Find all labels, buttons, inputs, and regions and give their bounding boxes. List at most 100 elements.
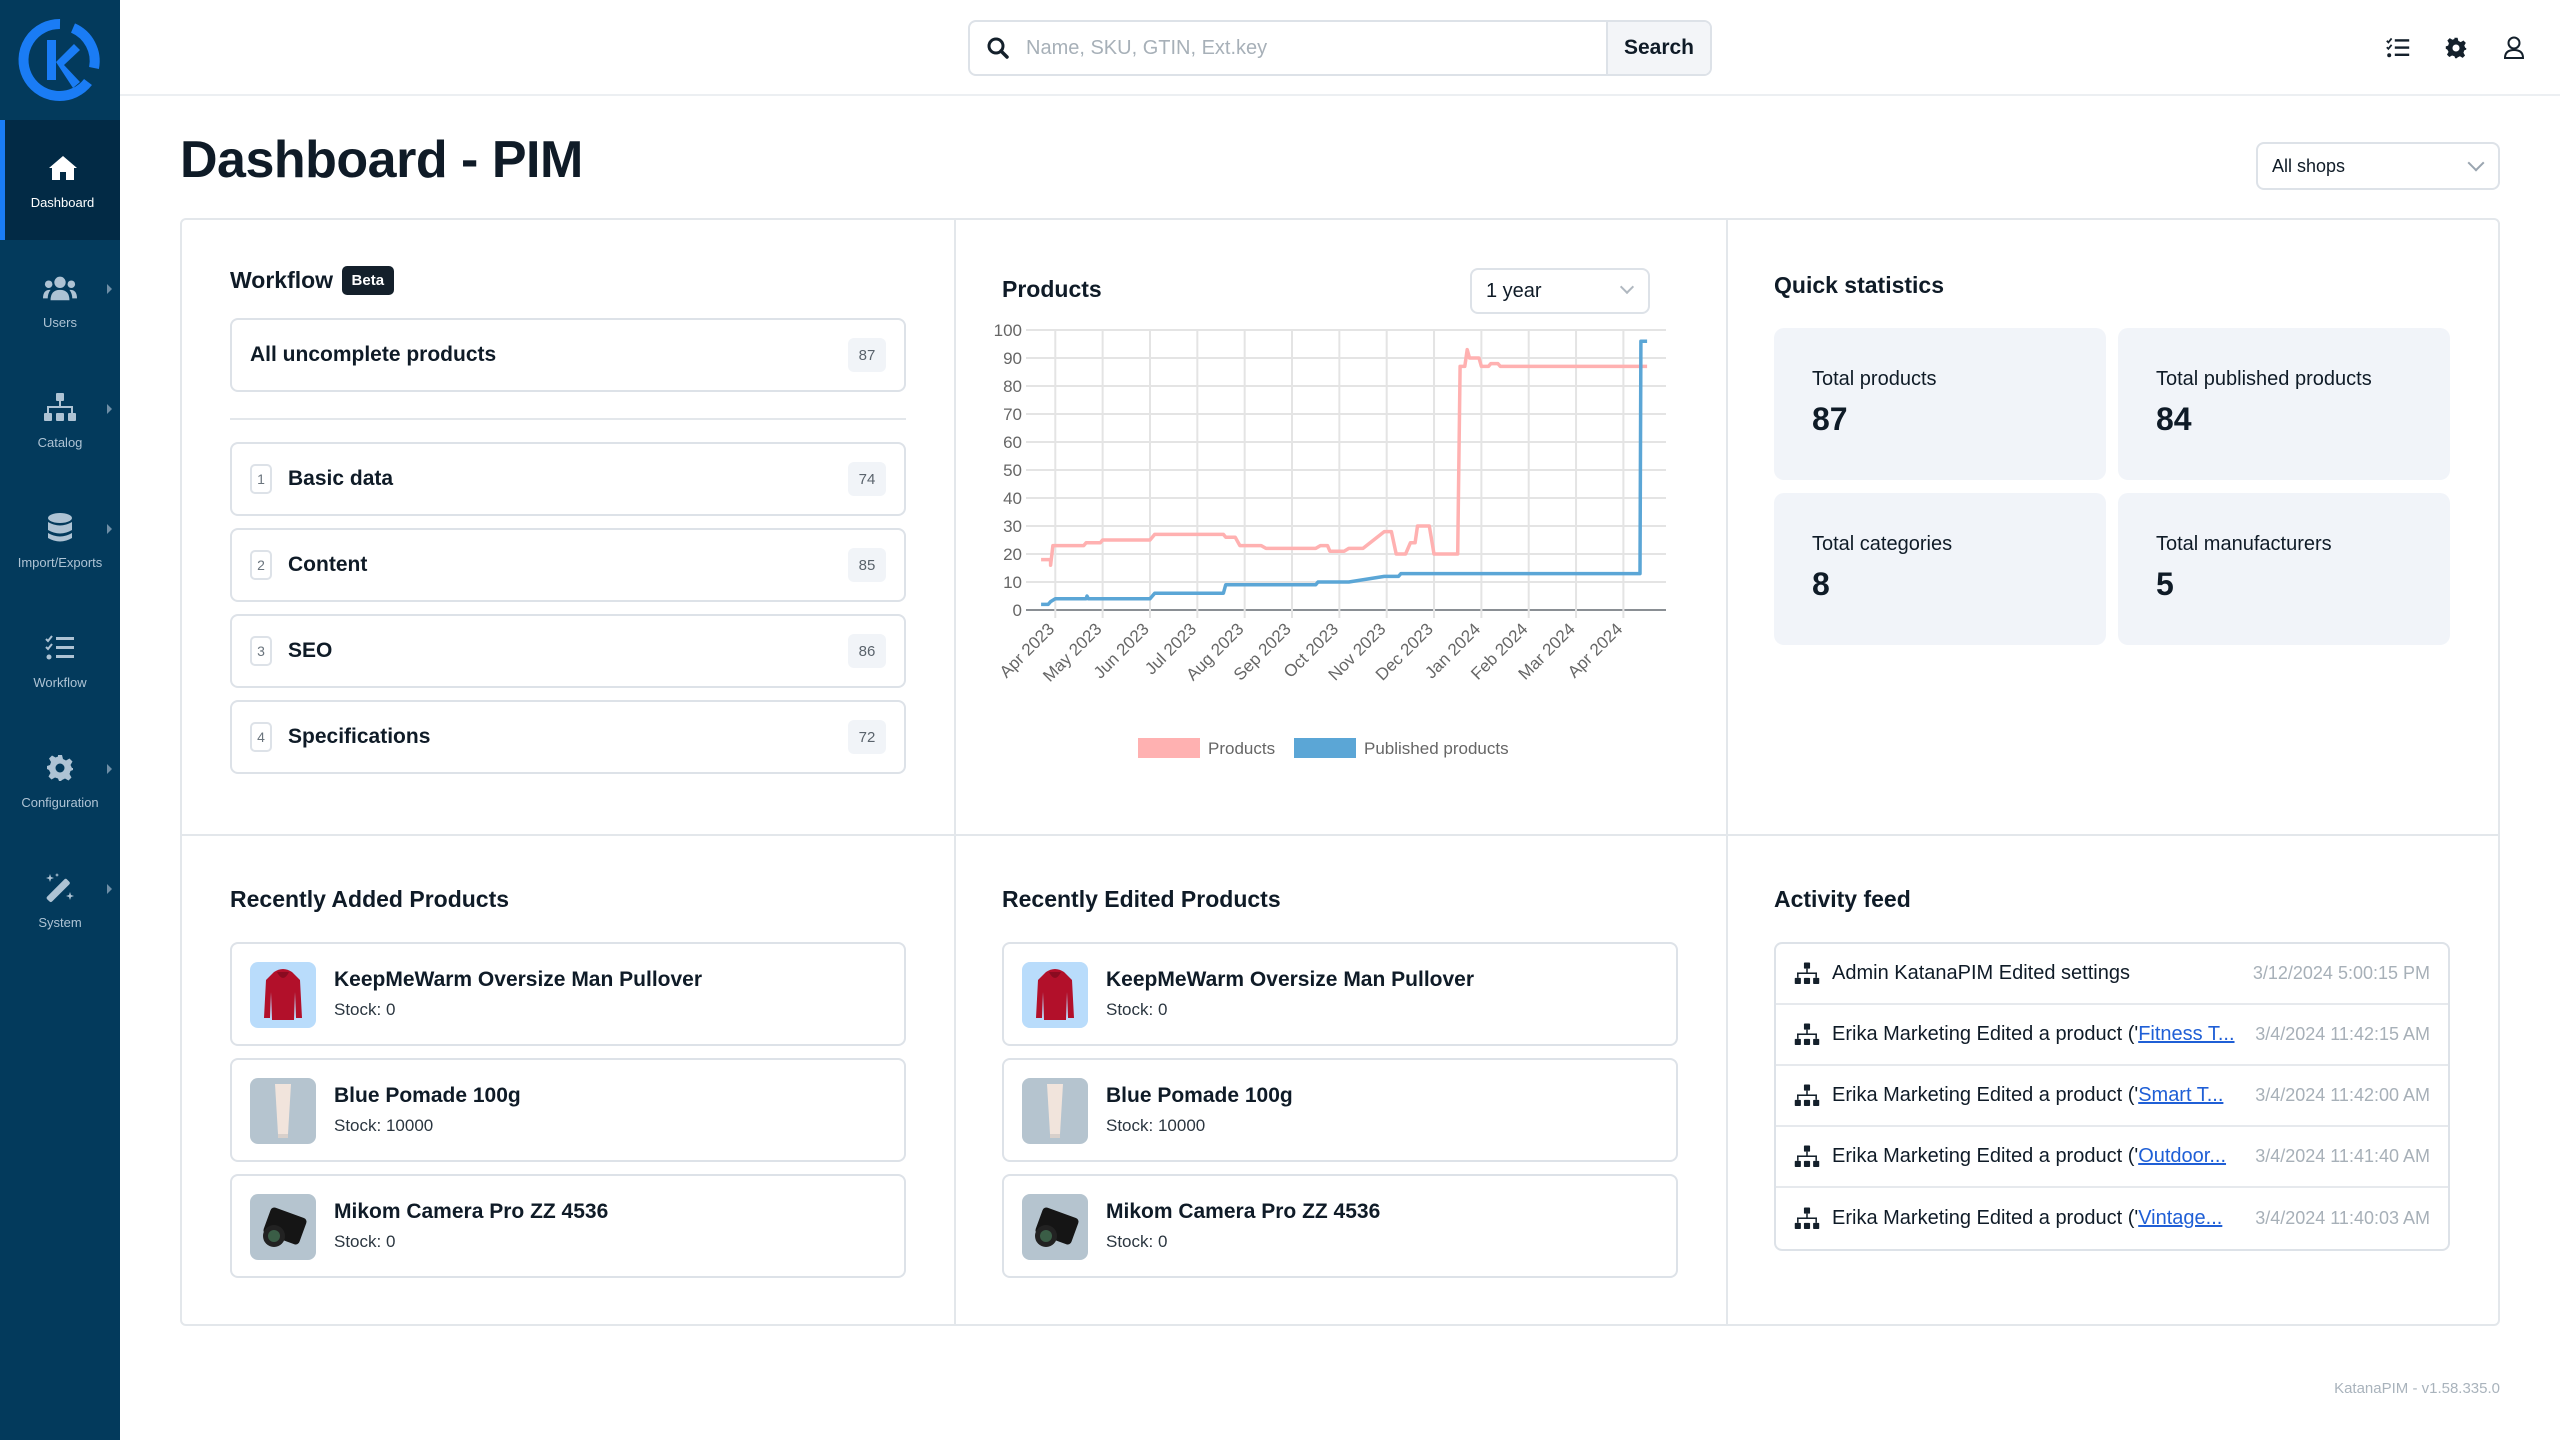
workflow-step[interactable]: 3 SEO 86 [230, 614, 906, 688]
product-stock: Stock: 0 [1106, 1232, 1168, 1251]
sidebar-item-label: Catalog [37, 434, 83, 450]
range-select[interactable]: 1 year [1470, 268, 1650, 314]
tasks-icon[interactable] [2380, 30, 2416, 66]
sidebar-item-users[interactable]: Users [0, 240, 120, 360]
search-bar: Search [968, 20, 1712, 76]
topbar: Search [120, 0, 2560, 96]
workflow-all-uncomplete[interactable]: All uncomplete products 87 [230, 318, 906, 392]
product-image-red-hoodie [250, 962, 316, 1028]
user-icon[interactable] [2496, 30, 2532, 66]
series-line-published-products [1041, 339, 1648, 607]
product-item[interactable]: KeepMeWarm Oversize Man Pullover Stock: … [1002, 942, 1678, 1046]
activity-text: Erika Marketing Edited a product ('Smart… [1832, 1084, 2251, 1107]
series-line-products [1041, 347, 1648, 567]
sitemap-icon [1794, 962, 1820, 984]
stat-value: 5 [2156, 566, 2174, 602]
stat-value: 84 [2156, 401, 2192, 437]
activity-timestamp: 3/12/2024 5:00:15 PM [2252, 963, 2430, 983]
checklist-icon [43, 631, 77, 665]
activity-timestamp: 3/4/2024 11:42:00 AM [2255, 1085, 2430, 1105]
search-icon [970, 22, 1026, 74]
activity-item: Erika Marketing Edited a product ('Outdo… [1776, 1127, 2448, 1188]
product-item[interactable]: KeepMeWarm Oversize Man Pullover Stock: … [230, 942, 906, 1046]
product-item[interactable]: Mikom Camera Pro ZZ 4536 Stock: 0 [230, 1174, 906, 1278]
workflow-panel: Workflow Beta All uncomplete products 87… [182, 220, 954, 834]
step-number: 2 [250, 550, 272, 580]
activity-item: Erika Marketing Edited a product ('Vinta… [1776, 1188, 2448, 1249]
chevron-down-icon [1619, 279, 1635, 295]
y-tick-label: 100 [994, 321, 1022, 340]
stat-label: Total published products [2156, 368, 2372, 390]
caret-right-icon [107, 284, 112, 294]
activity-product-link[interactable]: Vintage... [2138, 1207, 2222, 1229]
home-icon [46, 151, 80, 185]
product-item[interactable]: Blue Pomade 100g Stock: 10000 [1002, 1058, 1678, 1162]
sidebar-item-configuration[interactable]: Configuration [0, 720, 120, 840]
sidebar-item-label: System [38, 914, 82, 930]
caret-right-icon [107, 524, 112, 534]
database-icon [43, 511, 77, 545]
y-tick-label: 70 [1003, 405, 1022, 424]
stat-label: Total categories [1812, 533, 1953, 555]
product-name: Mikom Camera Pro ZZ 4536 [334, 1200, 609, 1223]
caret-right-icon [107, 884, 112, 894]
dashboard-grid: Workflow Beta All uncomplete products 87… [180, 218, 2500, 1326]
users-icon [43, 271, 77, 305]
workflow-step[interactable]: 2 Content 85 [230, 528, 906, 602]
product-stock: Stock: 0 [1106, 1000, 1168, 1019]
sidebar-item-dashboard[interactable]: Dashboard [0, 120, 120, 240]
page-title: Dashboard - PIM [180, 131, 583, 189]
shop-filter-select[interactable]: All shops [2256, 142, 2500, 190]
activity-product-link[interactable]: Fitness T... [2138, 1023, 2234, 1045]
activity-feed-panel: Activity feed Admin KatanaPIM Edited set… [1726, 836, 2498, 1326]
activity-item: Erika Marketing Edited a product ('Fitne… [1776, 1005, 2448, 1066]
activity-timestamp: 3/4/2024 11:42:15 AM [2255, 1024, 2430, 1044]
activity-item: Erika Marketing Edited a product ('Smart… [1776, 1066, 2448, 1127]
katana-logo[interactable] [18, 18, 102, 102]
legend-swatch-products [1138, 738, 1200, 758]
activity-description: Erika Marketing Edited a product (' [1832, 1023, 2139, 1045]
quick-statistics-panel: Quick statistics Total products 87 Total… [1726, 220, 2498, 834]
sidebar: Dashboard Users Catalog Import/Exports W… [0, 0, 120, 1440]
step-number: 1 [250, 464, 272, 494]
product-item[interactable]: Mikom Camera Pro ZZ 4536 Stock: 0 [1002, 1174, 1678, 1278]
sidebar-item-workflow[interactable]: Workflow [0, 600, 120, 720]
product-stock: Stock: 0 [334, 1000, 396, 1019]
stat-card-total-products: Total products 87 [1774, 328, 2106, 480]
y-tick-label: 20 [1003, 545, 1022, 564]
workflow-item-label: Basic data [288, 467, 394, 490]
sidebar-item-system[interactable]: System [0, 840, 120, 960]
activity-text: Admin KatanaPIM Edited settings [1832, 962, 2249, 985]
activity-description: Erika Marketing Edited a product (' [1832, 1084, 2139, 1106]
y-tick-label: 10 [1003, 573, 1022, 592]
workflow-item-count: 74 [848, 462, 886, 496]
recently-added-title: Recently Added Products [230, 886, 510, 912]
product-item[interactable]: Blue Pomade 100g Stock: 10000 [230, 1058, 906, 1162]
workflow-item-count: 86 [848, 634, 886, 668]
sidebar-item-import-exports[interactable]: Import/Exports [0, 480, 120, 600]
quick-statistics-title: Quick statistics [1774, 272, 1945, 298]
sitemap-icon [1794, 1084, 1820, 1106]
workflow-item-count: 72 [848, 720, 886, 754]
legend-label-published-products: Published products [1364, 739, 1509, 758]
workflow-step[interactable]: 1 Basic data 74 [230, 442, 906, 516]
workflow-title: Workflow [230, 267, 334, 293]
activity-product-link[interactable]: Smart T... [2138, 1084, 2223, 1106]
activity-product-link[interactable]: Outdoor... [2138, 1145, 2226, 1167]
workflow-item-count: 85 [848, 548, 886, 582]
activity-text: Erika Marketing Edited a product ('Vinta… [1832, 1207, 2251, 1230]
product-image-camera [1022, 1194, 1088, 1260]
sidebar-item-catalog[interactable]: Catalog [0, 360, 120, 480]
search-input[interactable] [1026, 22, 1606, 74]
y-tick-label: 50 [1003, 461, 1022, 480]
workflow-step[interactable]: 4 Specifications 72 [230, 700, 906, 774]
settings-icon[interactable] [2438, 30, 2474, 66]
workflow-item-label: Content [288, 553, 368, 576]
caret-right-icon [107, 404, 112, 414]
activity-description: Erika Marketing Edited a product (' [1832, 1207, 2139, 1229]
product-stock: Stock: 10000 [1106, 1116, 1206, 1135]
sitemap-icon [1794, 1207, 1820, 1229]
y-tick-label: 0 [1013, 601, 1022, 620]
search-button[interactable]: Search [1606, 22, 1710, 74]
shop-filter-value: All shops [2272, 155, 2346, 176]
